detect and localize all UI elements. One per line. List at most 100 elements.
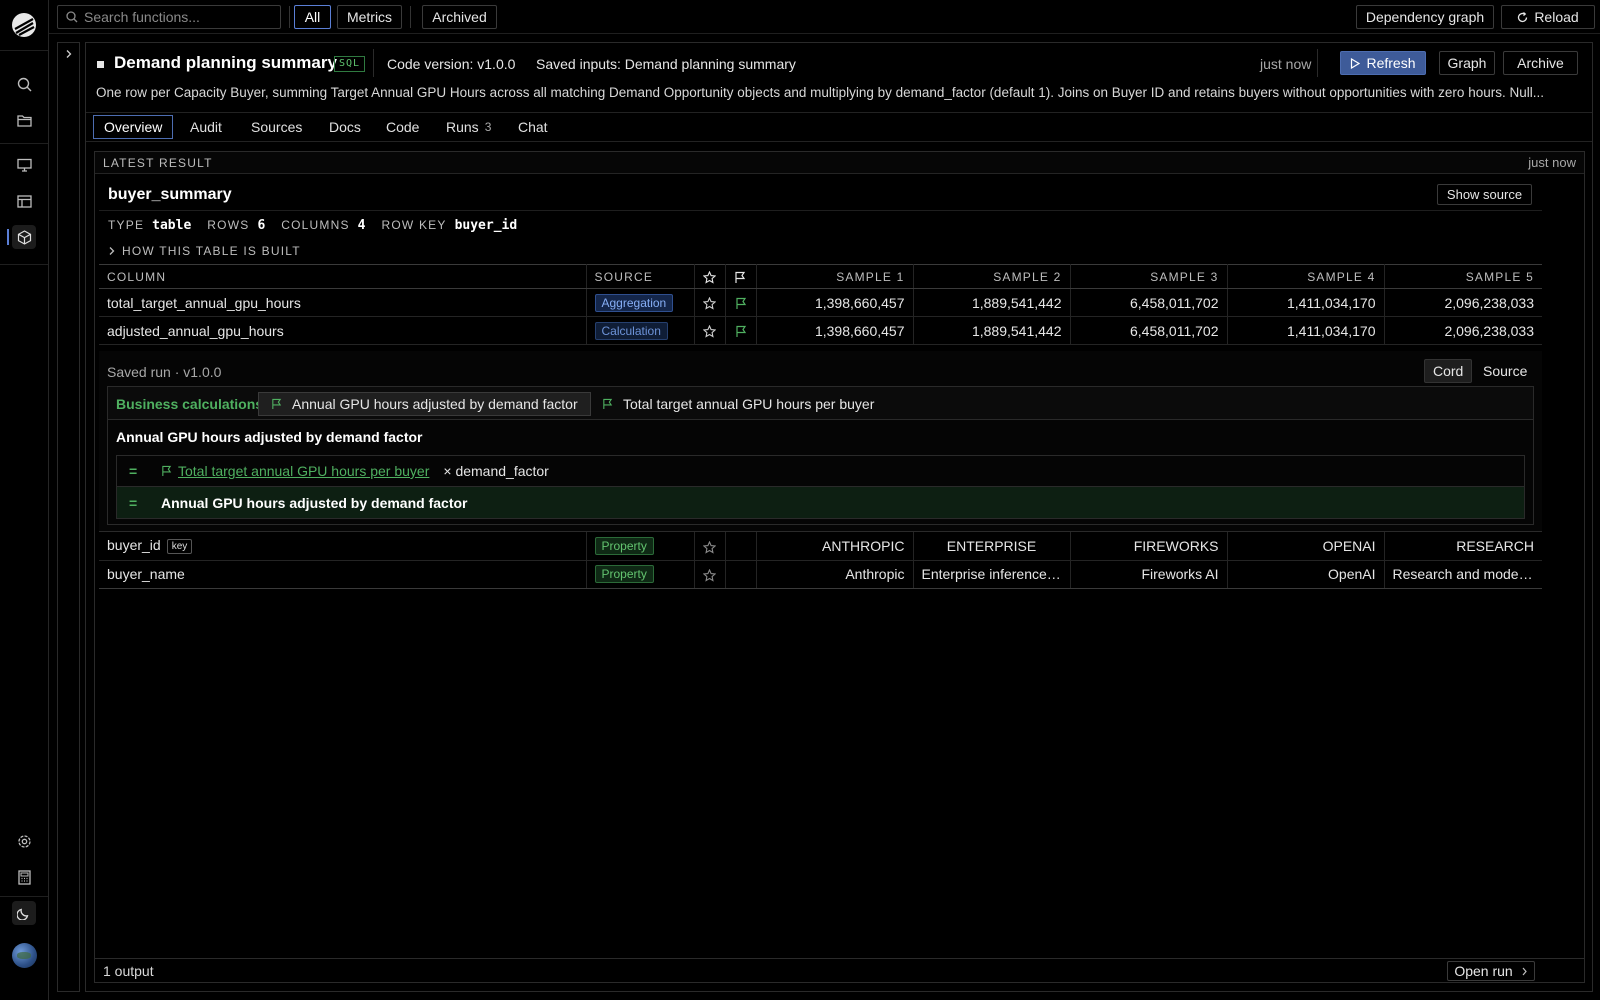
filter-all-button[interactable]: All	[294, 5, 331, 29]
formula-operator: × demand_factor	[443, 463, 549, 479]
col-header-star[interactable]	[694, 264, 726, 289]
formula: = Total target annual GPU hours per buye…	[116, 455, 1525, 519]
col-header-sample-5: SAMPLE 5	[1384, 264, 1542, 289]
tab-audit[interactable]: Audit	[190, 115, 222, 139]
gear-icon[interactable]	[12, 829, 36, 853]
table-row[interactable]: total_target_annual_gpu_hours Aggregatio…	[99, 288, 1542, 317]
reload-button[interactable]: Reload	[1501, 5, 1595, 29]
meta-type-value: table	[152, 218, 192, 233]
tab-sources[interactable]: Sources	[251, 115, 302, 139]
flag-toggle[interactable]	[725, 316, 757, 345]
source-cell: Calculation	[586, 316, 695, 345]
table-row[interactable]: buyer_name Property Anthropic Enterprise…	[99, 560, 1542, 589]
col-header-sample-1: SAMPLE 1	[756, 264, 914, 289]
tab-runs[interactable]: Runs 3	[446, 115, 491, 139]
folder-icon[interactable]	[12, 108, 36, 132]
star-toggle[interactable]	[694, 288, 726, 317]
view-cord-button[interactable]: Cord	[1424, 359, 1473, 383]
business-calculations-label: Business calculations	[116, 396, 264, 412]
search-icon[interactable]	[12, 72, 36, 96]
sample-cell: OPENAI	[1227, 532, 1385, 561]
chevron-right-icon	[1521, 967, 1528, 976]
col-header-source: SOURCE	[586, 264, 695, 289]
meta-rowkey-value: buyer_id	[454, 218, 518, 233]
latest-result-label: LATEST RESULT	[103, 156, 213, 170]
status-dot	[97, 61, 104, 68]
star-toggle[interactable]	[694, 532, 726, 561]
source-badge: Property	[594, 565, 654, 583]
search-input[interactable]	[84, 9, 264, 25]
table-icon[interactable]	[12, 189, 36, 213]
reload-label: Reload	[1534, 9, 1579, 25]
sample-cell: 1,411,034,170	[1227, 288, 1385, 317]
sample-cell: OpenAI	[1227, 560, 1385, 589]
col-header-sample-4: SAMPLE 4	[1227, 264, 1385, 289]
sample-cell: ENTERPRISE	[913, 532, 1071, 561]
search-box[interactable]	[57, 5, 281, 29]
graph-button[interactable]: Graph	[1439, 51, 1495, 75]
flag-cell	[725, 532, 757, 561]
filter-metrics-button[interactable]: Metrics	[337, 5, 402, 29]
avatar[interactable]	[12, 943, 37, 968]
latest-result-card: LATEST RESULT just now buyer_summary Sho…	[94, 151, 1585, 983]
calc-tab-total[interactable]: Total target annual GPU hours per buyer	[590, 392, 886, 416]
calc-tab-adjusted[interactable]: Annual GPU hours adjusted by demand fact…	[258, 392, 591, 416]
equals-sign: =	[129, 463, 138, 479]
formula-link-label: Total target annual GPU hours per buyer	[178, 463, 430, 479]
meta-columns-key: COLUMNS	[281, 218, 350, 232]
archive-button[interactable]: Archive	[1503, 51, 1578, 75]
calc-tab-total-label: Total target annual GPU hours per buyer	[623, 396, 875, 412]
sample-cell: 1,411,034,170	[1227, 316, 1385, 345]
col-header-flag[interactable]	[725, 264, 757, 289]
flag-icon	[735, 297, 747, 310]
source-cell: Property	[586, 532, 695, 561]
filter-archived-button[interactable]: Archived	[422, 5, 497, 29]
star-toggle[interactable]	[694, 316, 726, 345]
monitor-icon[interactable]	[12, 153, 36, 177]
flag-icon	[271, 398, 282, 410]
table-row[interactable]: adjusted_annual_gpu_hours Calculation 1,…	[99, 316, 1542, 345]
tab-docs[interactable]: Docs	[329, 115, 361, 139]
tab-chat[interactable]: Chat	[518, 115, 548, 139]
output-count: 1 output	[103, 963, 154, 979]
tab-overview[interactable]: Overview	[93, 115, 174, 139]
source-badge: Calculation	[594, 321, 668, 340]
runs-count: 3	[484, 120, 492, 134]
key-tag: key	[166, 539, 193, 555]
collapsed-sidebar[interactable]	[57, 42, 80, 992]
sample-cell: 6,458,011,702	[1070, 288, 1228, 317]
source-cell: Property	[586, 560, 695, 589]
columns-table-continued: buyer_id key Property ANTHROPIC ENTERPRIS…	[99, 532, 1542, 589]
sql-badge: SQL	[334, 56, 366, 72]
calculator-icon[interactable]	[12, 865, 36, 889]
code-version: Code version: v1.0.0	[387, 56, 516, 72]
dependency-graph-button[interactable]: Dependency graph	[1356, 5, 1494, 29]
chevron-right-icon[interactable]	[64, 49, 73, 59]
moon-icon[interactable]	[12, 901, 36, 925]
columns-table: COLUMN SOURCE SAMPLE 1 SAMPLE 2 SAMPLE 3…	[99, 264, 1542, 345]
calc-tab-adjusted-label: Annual GPU hours adjusted by demand fact…	[292, 396, 578, 412]
updated-time: just now	[1260, 56, 1312, 72]
table-row[interactable]: buyer_id key Property ANTHROPIC ENTERPRIS…	[99, 532, 1542, 561]
meta-type-key: TYPE	[108, 218, 145, 232]
logo-icon[interactable]	[11, 12, 37, 38]
chevron-right-icon	[108, 246, 116, 256]
how-built-label: HOW THIS TABLE IS BUILT	[122, 244, 301, 258]
flag-toggle[interactable]	[725, 288, 757, 317]
tab-code[interactable]: Code	[386, 115, 419, 139]
show-source-button[interactable]: Show source	[1437, 184, 1532, 205]
view-source-button[interactable]: Source	[1475, 359, 1535, 383]
column-name: total_target_annual_gpu_hours	[99, 288, 587, 317]
sample-cell: RESEARCH	[1384, 532, 1542, 561]
sample-cell: 1,889,541,442	[913, 288, 1071, 317]
star-toggle[interactable]	[694, 560, 726, 589]
refresh-button[interactable]: Refresh	[1340, 51, 1426, 75]
formula-link[interactable]: Total target annual GPU hours per buyer	[161, 463, 429, 479]
formula-result: Annual GPU hours adjusted by demand fact…	[161, 494, 468, 511]
cube-icon[interactable]	[7, 225, 36, 249]
open-run-button[interactable]: Open run	[1447, 961, 1535, 981]
sample-cell: FIREWORKS	[1070, 532, 1228, 561]
col-header-sample-3: SAMPLE 3	[1070, 264, 1228, 289]
column-name: buyer_name	[99, 560, 587, 589]
how-built-toggle[interactable]: HOW THIS TABLE IS BUILT	[108, 244, 301, 258]
